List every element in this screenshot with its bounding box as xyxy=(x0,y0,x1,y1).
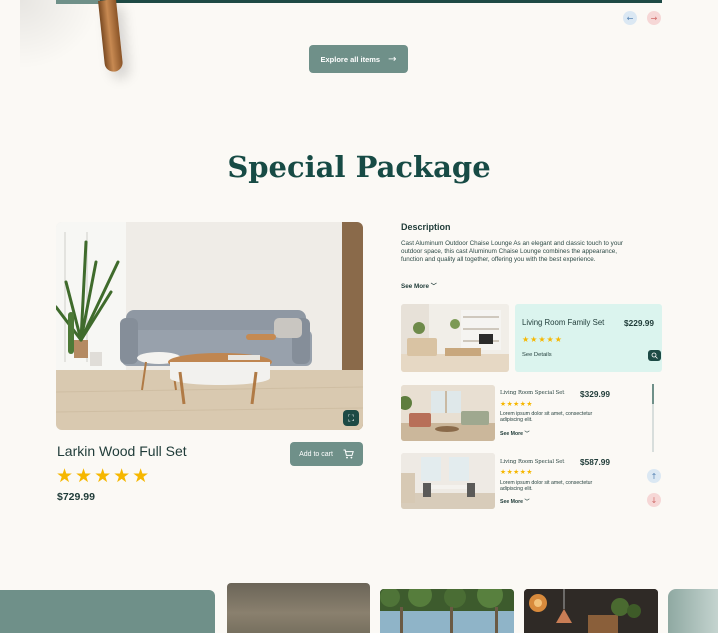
chair-leg-image xyxy=(98,0,124,73)
description-text: Cast Aluminum Outdoor Chaise Lounge As a… xyxy=(401,240,623,263)
expand-image-button[interactable]: ⛶ xyxy=(343,410,359,426)
list-scrollbar-thumb[interactable] xyxy=(652,384,654,404)
gallery-card[interactable] xyxy=(668,589,718,633)
cart-icon xyxy=(343,449,354,459)
list-down-button[interactable]: ↓ xyxy=(647,493,661,507)
main-product-image: ⛶ xyxy=(56,222,363,430)
featured-product-name: Living Room Family Set xyxy=(522,318,605,327)
list-item-image[interactable] xyxy=(401,453,495,509)
list-item-text: Lorem ipsum dolor sit amet, consectetur … xyxy=(500,411,593,423)
arrow-right-icon: → xyxy=(388,53,397,65)
search-icon xyxy=(651,352,658,359)
list-item-text: Lorem ipsum dolor sit amet, consectetur … xyxy=(500,480,593,492)
arrow-up-icon: ↑ xyxy=(650,471,658,481)
arrow-down-icon: ↓ xyxy=(650,495,658,505)
list-item-name: Living Room Special Set xyxy=(500,459,565,465)
list-item-name: Living Room Special Set xyxy=(500,390,565,396)
gallery-card-image[interactable] xyxy=(380,589,514,633)
list-item-rating-stars: ★★★★★ xyxy=(500,400,533,408)
list-up-button[interactable]: ↑ xyxy=(647,469,661,483)
chevron-down-icon: ﹀ xyxy=(524,499,530,505)
list-item-price: $587.99 xyxy=(580,457,610,467)
product-price: $729.99 xyxy=(57,491,95,503)
see-more-label: See More xyxy=(500,499,524,505)
add-to-cart-button[interactable]: Add to cart xyxy=(290,442,363,466)
living-room-family-illustration xyxy=(401,304,509,372)
product-name: Larkin Wood Full Set xyxy=(57,443,187,459)
chevron-down-icon: ﹀ xyxy=(430,283,437,290)
explore-all-button[interactable]: Explore all items → xyxy=(309,45,408,73)
carousel-prev-button[interactable]: ← xyxy=(623,11,637,25)
chair-shadow xyxy=(20,0,100,70)
description-heading: Description xyxy=(401,222,451,232)
list-item-rating-stars: ★★★★★ xyxy=(500,468,533,476)
explore-all-label: Explore all items xyxy=(320,54,381,64)
see-more-label: See More xyxy=(401,283,429,290)
arrow-right-icon: → xyxy=(650,13,658,23)
list-item-see-more-link[interactable]: See More ﹀ xyxy=(500,430,530,437)
list-item-image[interactable] xyxy=(401,385,495,441)
featured-product-image[interactable] xyxy=(401,304,509,372)
carousel-progress-thumb xyxy=(56,0,100,4)
carousel-next-button[interactable]: → xyxy=(647,11,661,25)
featured-product-rating-stars: ★★★★★ xyxy=(522,335,563,344)
list-item-price: $329.99 xyxy=(580,389,610,399)
dining-room-illustration xyxy=(401,453,495,509)
section-title: Special Package xyxy=(227,150,491,184)
living-room-special-illustration xyxy=(401,385,495,441)
carousel-progress-track xyxy=(56,0,662,3)
pendant-lamps-illustration xyxy=(524,589,658,633)
arrow-left-icon: ← xyxy=(626,13,634,23)
description-see-more-link[interactable]: See More ﹀ xyxy=(401,281,437,290)
pergola-illustration xyxy=(380,589,514,633)
expand-icon: ⛶ xyxy=(347,412,355,423)
see-more-label: See More xyxy=(500,431,524,437)
chevron-down-icon: ﹀ xyxy=(524,431,530,437)
gallery-card-image[interactable] xyxy=(524,589,658,633)
see-details-link[interactable]: See Details xyxy=(522,352,552,358)
living-room-illustration xyxy=(56,222,363,430)
list-item-see-more-link[interactable]: See More ﹀ xyxy=(500,498,530,505)
gallery-card-image[interactable] xyxy=(227,583,370,633)
add-to-cart-label: Add to cart xyxy=(299,450,333,458)
featured-zoom-button[interactable] xyxy=(648,350,661,361)
gallery-card[interactable] xyxy=(0,590,215,633)
featured-product-price: $229.99 xyxy=(624,318,654,328)
product-rating-stars: ★★★★★ xyxy=(56,465,152,487)
